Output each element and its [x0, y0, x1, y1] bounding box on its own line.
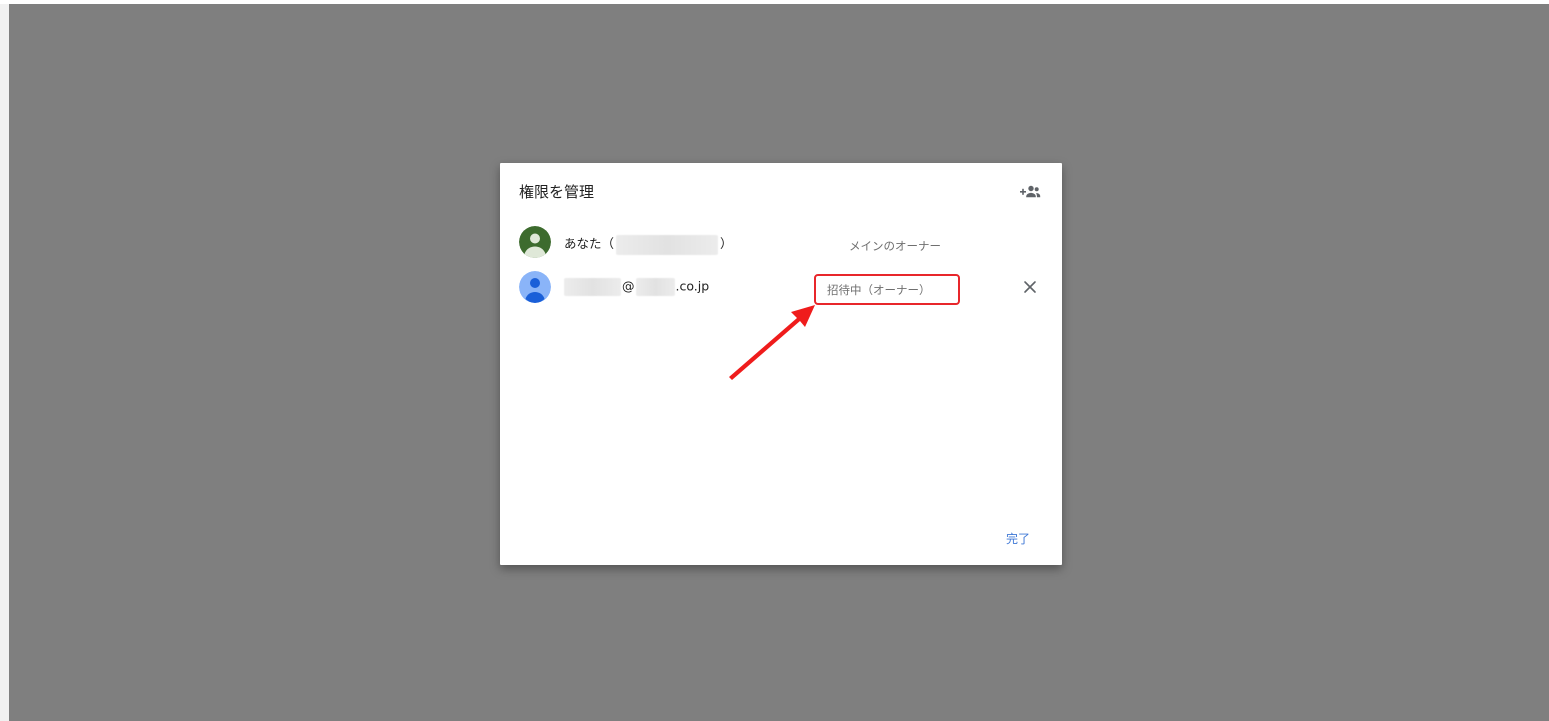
permission-row-owner: あなた（ ） メインのオーナー — [519, 226, 1049, 260]
avatar — [519, 271, 551, 303]
add-people-button[interactable] — [1018, 181, 1044, 203]
name-prefix: あなた（ — [564, 236, 615, 251]
avatar — [519, 226, 551, 258]
remove-invite-button[interactable] — [1021, 278, 1039, 296]
person-add-icon — [1020, 185, 1041, 198]
dialog-title: 権限を管理 — [519, 183, 595, 201]
user-avatar-icon — [519, 226, 551, 258]
redacted-local-part — [564, 278, 621, 296]
user-avatar-icon — [519, 271, 551, 303]
redacted-domain — [635, 278, 675, 296]
manage-permissions-dialog: 権限を管理 あなた（ ） メインのオーナー @ .co.jp 招待中（オーナー） … — [500, 163, 1062, 565]
name-suffix: ） — [720, 236, 733, 251]
email-domain-suffix: .co.jp — [675, 278, 710, 294]
invitee-email: @ .co.jp — [564, 278, 709, 296]
role-label: メインのオーナー — [849, 239, 941, 253]
user-name: あなた（ ） — [564, 233, 733, 255]
role-label[interactable]: 招待中（オーナー） — [827, 282, 931, 298]
close-icon — [1024, 281, 1036, 293]
done-button[interactable]: 完了 — [1006, 530, 1030, 547]
redacted-email — [616, 234, 719, 255]
permission-row-invited: @ .co.jp — [519, 271, 1049, 305]
email-at: @ — [622, 278, 635, 294]
left-strip — [0, 4, 9, 721]
